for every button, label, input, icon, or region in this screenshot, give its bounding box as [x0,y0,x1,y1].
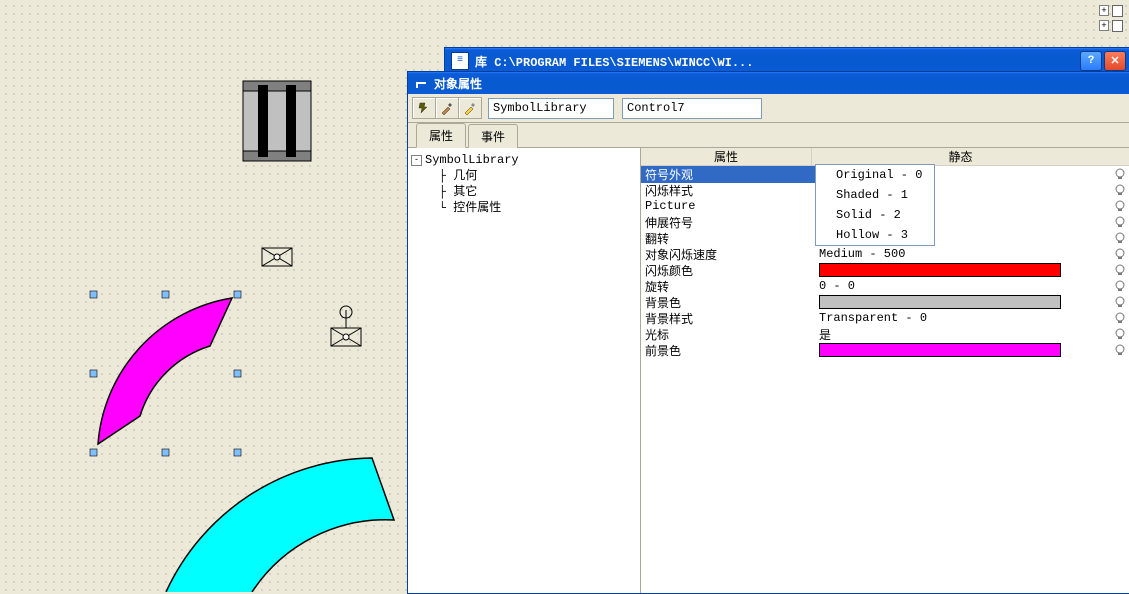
flash-color-swatch[interactable] [819,263,1061,277]
row-background-style[interactable]: 背景样式 Transparent - 0 [641,310,1129,326]
bulb-icon [1114,216,1126,228]
object-properties-window: 对象属性 SymbolLibrary Control7 属性 事件 -Symbo… [407,71,1129,594]
canvas-symbol-bars[interactable] [243,81,311,161]
canvas-shape-arc-magenta[interactable] [98,298,232,444]
object-properties-titlebar[interactable]: 对象属性 [408,72,1129,94]
collapse-icon[interactable]: - [411,155,422,166]
grid-header-static: 静态 [812,148,1109,165]
dropdown-item-shaded[interactable]: Shaded - 1 [816,185,934,205]
tab-events[interactable]: 事件 [468,124,518,148]
bulb-icon [1114,328,1126,340]
close-button[interactable]: ✕ [1104,51,1126,71]
library-window-icon: ≡ [451,52,469,70]
tree-item-misc[interactable]: ├ 其它 [410,184,638,200]
dropdown-item-hollow[interactable]: Hollow - 3 [816,225,934,245]
tree-root[interactable]: -SymbolLibrary [410,152,638,168]
row-rotation[interactable]: 旋转 0 - 0 [641,278,1129,294]
edit-button[interactable] [459,98,481,118]
property-grid: 属性 静态 符号外观 闪烁样式 Picture 伸展符号 [641,148,1129,593]
bulb-icon [1114,232,1126,244]
tab-attributes[interactable]: 属性 [416,123,466,148]
bulb-icon [1114,200,1126,212]
canvas-symbol-valve[interactable] [262,248,292,266]
bulb-icon [1114,184,1126,196]
help-button[interactable]: ? [1080,51,1102,71]
object-name-field[interactable]: Control7 [622,98,762,119]
row-cursor[interactable]: 光标 是 [641,326,1129,342]
tree-item-geometry[interactable]: ├ 几何 [410,168,638,184]
bulb-icon [1114,312,1126,324]
row-foreground-color[interactable]: 前景色 [641,342,1129,358]
dropdown-item-original[interactable]: Original - 0 [816,165,934,185]
toolbar-button-group [412,97,482,119]
properties-tabbar: 属性 事件 [408,123,1129,148]
row-flash-color[interactable]: 闪烁颜色 [641,262,1129,278]
library-window-title: 库 C:\PROGRAM FILES\SIEMENS\WINCC\WI... [475,53,1080,70]
fg-color-swatch[interactable] [819,343,1061,357]
symbol-appearance-dropdown[interactable]: Original - 0 Shaded - 1 Solid - 2 Hollow… [815,164,935,246]
row-flash-speed[interactable]: 对象闪烁速度 Medium - 500 [641,246,1129,262]
bulb-icon [1114,280,1126,292]
object-type-field[interactable]: SymbolLibrary [488,98,614,119]
bulb-icon [1114,344,1126,356]
bulb-icon [1114,296,1126,308]
canvas-symbol-valve-stem[interactable] [331,306,361,346]
tree-item-control-props[interactable]: └ 控件属性 [410,200,638,216]
bulb-icon [1114,264,1126,276]
grid-header-attr: 属性 [641,148,812,165]
bg-color-swatch[interactable] [819,295,1061,309]
properties-window-icon [414,76,428,90]
property-tree: -SymbolLibrary ├ 几何 ├ 其它 └ 控件属性 [408,148,641,593]
properties-toolbar: SymbolLibrary Control7 [408,94,1129,123]
object-properties-title: 对象属性 [434,75,1129,92]
pick-color-button[interactable] [436,98,459,118]
canvas-shape-arc-cyan[interactable] [166,458,394,592]
dropdown-item-solid[interactable]: Solid - 2 [816,205,934,225]
pin-button[interactable] [413,98,436,118]
bulb-icon [1114,248,1126,260]
bulb-icon [1114,168,1126,180]
row-background-color[interactable]: 背景色 [641,294,1129,310]
